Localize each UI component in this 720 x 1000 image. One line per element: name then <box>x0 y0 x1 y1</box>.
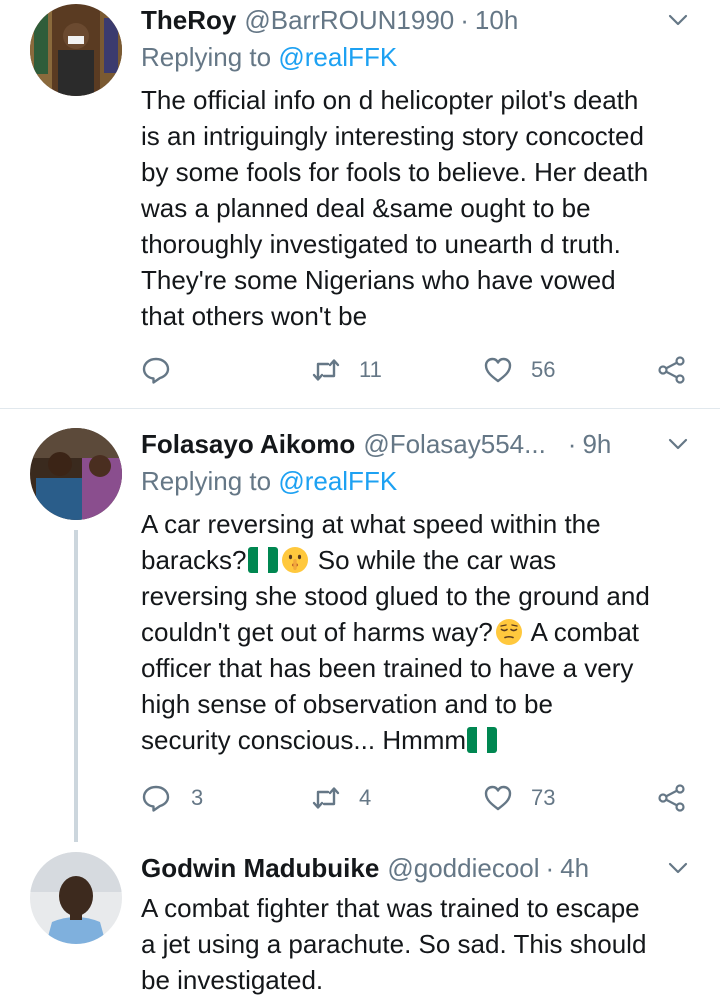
tweet-header: Folasayo Aikomo @Folasay554... · 9h <box>141 426 611 462</box>
chevron-down-icon[interactable] <box>666 8 690 32</box>
chevron-down-icon[interactable] <box>666 856 690 880</box>
share-icon <box>658 356 685 384</box>
retweet-button[interactable]: 11 <box>311 352 382 388</box>
timestamp[interactable]: 4h <box>560 853 589 884</box>
avatar[interactable] <box>30 428 122 520</box>
tweet[interactable]: TheRoy @BarrROUN1990 · 10h Replying to @… <box>0 0 720 408</box>
text-line: reversing she stood glued to the ground … <box>141 581 650 611</box>
tweet[interactable]: Godwin Madubuike @goddiecool · 4h A comb… <box>0 838 720 1000</box>
avatar[interactable] <box>30 852 122 944</box>
reply-button[interactable] <box>141 352 171 388</box>
nigeria-flag-emoji <box>247 547 278 573</box>
text-line: officer that has been trained to have a … <box>141 653 634 683</box>
text-segment: So while the car was <box>310 545 557 575</box>
like-count: 73 <box>531 785 556 810</box>
retweet-count: 4 <box>359 785 372 810</box>
text-line: by some fools for fools to believe. Her … <box>141 157 649 187</box>
separator-dot: · <box>460 4 469 35</box>
tweet-header: Godwin Madubuike @goddiecool · 4h <box>141 850 589 886</box>
tweet-text: A car reversing at what speed within the… <box>141 506 701 758</box>
tweet-actions: 3 4 73 <box>141 780 701 816</box>
chevron-down-icon[interactable] <box>666 432 690 456</box>
tweet-text: A combat fighter that was trained to esc… <box>141 890 701 998</box>
share-button[interactable] <box>657 780 687 816</box>
text-line: is an intriguingly interesting story con… <box>141 121 644 151</box>
tweet[interactable]: Folasayo Aikomo @Folasay554... · 9h Repl… <box>0 408 720 838</box>
text-line: security conscious... Hmmm <box>141 722 701 758</box>
text-line: A combat fighter that was trained to esc… <box>141 893 640 923</box>
user-handle[interactable]: @goddiecool <box>387 853 539 884</box>
text-line: thoroughly investigated to unearth d tru… <box>141 229 621 259</box>
retweet-button[interactable]: 4 <box>311 780 371 816</box>
text-segment: couldn't get out of harms way? <box>141 617 493 647</box>
like-button[interactable]: 56 <box>483 352 555 388</box>
retweet-count: 11 <box>359 357 382 382</box>
separator-dot: · <box>545 852 555 883</box>
heart-icon <box>484 357 512 383</box>
text-line: a jet using a parachute. So sad. This sh… <box>141 929 647 959</box>
like-button[interactable]: 73 <box>483 780 555 816</box>
share-button[interactable] <box>657 352 687 388</box>
user-handle[interactable]: @Folasay554... <box>363 429 545 460</box>
mention-link[interactable]: @realFFK <box>278 42 397 72</box>
tweet-header: TheRoy @BarrROUN1990 · 10h <box>141 2 518 38</box>
text-line: A car reversing at what speed within the <box>141 509 601 539</box>
replying-label: Replying to <box>141 466 272 496</box>
reply-count: 3 <box>191 785 204 810</box>
text-segment: A combat <box>524 617 640 647</box>
tweet-actions: 11 56 <box>141 352 701 388</box>
timestamp[interactable]: 10h <box>475 5 518 36</box>
retweet-icon <box>312 787 340 809</box>
replying-to: Replying to @realFFK <box>141 466 397 497</box>
avatar[interactable] <box>30 4 122 96</box>
text-line: high sense of observation and to be <box>141 689 553 719</box>
text-segment: baracks? <box>141 545 247 575</box>
reply-icon <box>142 785 170 812</box>
display-name[interactable]: TheRoy <box>141 5 236 36</box>
separator-dot: · <box>567 428 577 459</box>
text-line: be investigated. <box>141 965 324 995</box>
replying-label: Replying to <box>141 42 272 72</box>
display-name[interactable]: Folasayo Aikomo <box>141 429 355 460</box>
user-handle[interactable]: @BarrROUN1990 <box>244 5 454 36</box>
replying-to: Replying to @realFFK <box>141 42 397 73</box>
text-line: was a planned deal &same ought to be <box>141 193 591 223</box>
tweet-text: The official info on d helicopter pilot'… <box>141 82 701 334</box>
heart-icon <box>484 785 512 811</box>
reply-icon <box>142 357 170 384</box>
text-line: The official info on d helicopter pilot'… <box>141 85 639 115</box>
text-line: baracks? So while the car was <box>141 542 701 578</box>
like-count: 56 <box>531 357 556 382</box>
text-line: that others won't be <box>141 301 368 331</box>
text-segment: security conscious... Hmmm <box>141 725 467 755</box>
text-line: They're some Nigerians who have vowed <box>141 265 616 295</box>
timestamp[interactable]: 9h <box>582 429 611 460</box>
retweet-icon <box>312 359 340 381</box>
display-name[interactable]: Godwin Madubuike <box>141 853 379 884</box>
share-icon <box>658 784 685 812</box>
reply-button[interactable]: 3 <box>141 780 203 816</box>
text-line: couldn't get out of harms way? A combat <box>141 614 701 650</box>
nigeria-flag-emoji <box>467 727 498 753</box>
relieved-face-emoji <box>495 619 522 645</box>
shushing-face-emoji <box>281 547 308 573</box>
mention-link[interactable]: @realFFK <box>278 466 397 496</box>
